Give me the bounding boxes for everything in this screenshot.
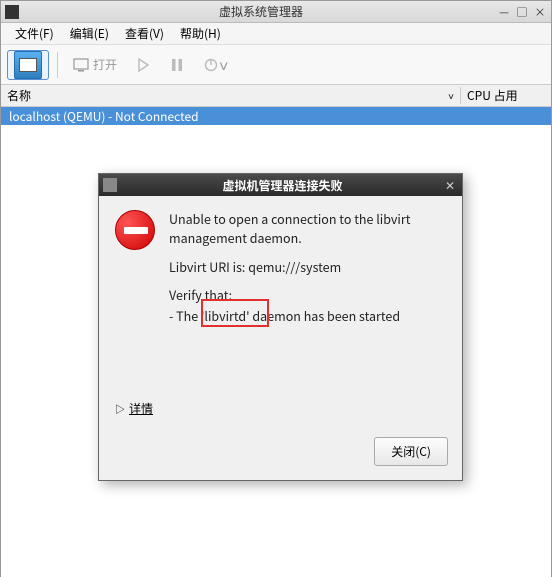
list-item[interactable]: localhost (QEMU) - Not Connected — [1, 107, 551, 125]
sort-indicator-icon: ˅ — [448, 88, 454, 103]
dialog-msg-line1: Unable to open a connection to the libvi… — [169, 210, 446, 248]
app-icon — [5, 5, 19, 19]
error-dialog: 虚拟机管理器连接失败 ✕ Unable to open a connection… — [98, 173, 463, 481]
column-name-label: 名称 — [7, 87, 31, 104]
dialog-msg-line3: Verify that: — [169, 286, 446, 305]
toolbar: 打开 ˅ — [1, 45, 551, 85]
new-vm-button[interactable] — [7, 50, 49, 80]
list-item-label: localhost (QEMU) - Not Connected — [9, 108, 199, 125]
toolbar-separator — [57, 52, 58, 78]
window-controls: — □ × — [497, 5, 547, 19]
details-button[interactable]: 详情 — [129, 400, 153, 417]
pause-button[interactable] — [162, 50, 192, 80]
pause-icon — [169, 57, 185, 73]
run-button[interactable] — [128, 50, 158, 80]
dialog-message: Unable to open a connection to the libvi… — [169, 210, 446, 336]
dialog-app-icon — [103, 178, 117, 192]
open-button[interactable]: 打开 — [66, 50, 124, 80]
column-cpu[interactable]: CPU 占用 — [461, 87, 551, 104]
close-button[interactable]: × — [533, 5, 547, 19]
dialog-close-button[interactable]: ✕ — [442, 177, 458, 193]
chevron-down-icon: ˅ — [219, 53, 233, 77]
menubar: 文件(F) 编辑(E) 查看(V) 帮助(H) — [1, 23, 551, 45]
dialog-msg-line2: Libvirt URI is: qemu:///system — [169, 258, 446, 277]
menu-edit[interactable]: 编辑(E) — [62, 23, 117, 44]
monitor-icon — [14, 51, 42, 79]
power-icon — [203, 57, 219, 73]
play-icon — [135, 57, 151, 73]
open-label: 打开 — [93, 56, 117, 73]
column-cpu-label: CPU 占用 — [467, 87, 518, 104]
menu-view[interactable]: 查看(V) — [117, 23, 172, 44]
dialog-close-btn[interactable]: 关闭(C) — [374, 437, 448, 466]
monitor-outline-icon — [73, 57, 89, 73]
window-title: 虚拟系统管理器 — [25, 3, 497, 20]
minimize-button[interactable]: — — [497, 5, 511, 19]
dialog-title: 虚拟机管理器连接失败 — [123, 177, 442, 194]
window-titlebar: 虚拟系统管理器 — □ × — [1, 1, 551, 23]
dialog-msg-line4: - The 'libvirtd' daemon has been started — [169, 307, 446, 326]
dialog-body: Unable to open a connection to the libvi… — [99, 196, 462, 344]
column-headers: 名称 ˅ CPU 占用 — [1, 85, 551, 107]
menu-help[interactable]: 帮助(H) — [172, 23, 229, 44]
dialog-footer: 关闭(C) — [99, 427, 462, 480]
dialog-details-row: ▷ 详情 — [99, 394, 462, 427]
column-name[interactable]: 名称 ˅ — [1, 87, 461, 104]
maximize-button[interactable]: □ — [515, 5, 529, 19]
expander-icon[interactable]: ▷ — [115, 401, 125, 416]
error-icon — [115, 210, 157, 252]
menu-file[interactable]: 文件(F) — [7, 23, 62, 44]
shutdown-button[interactable]: ˅ — [196, 50, 240, 80]
dialog-titlebar: 虚拟机管理器连接失败 ✕ — [99, 174, 462, 196]
